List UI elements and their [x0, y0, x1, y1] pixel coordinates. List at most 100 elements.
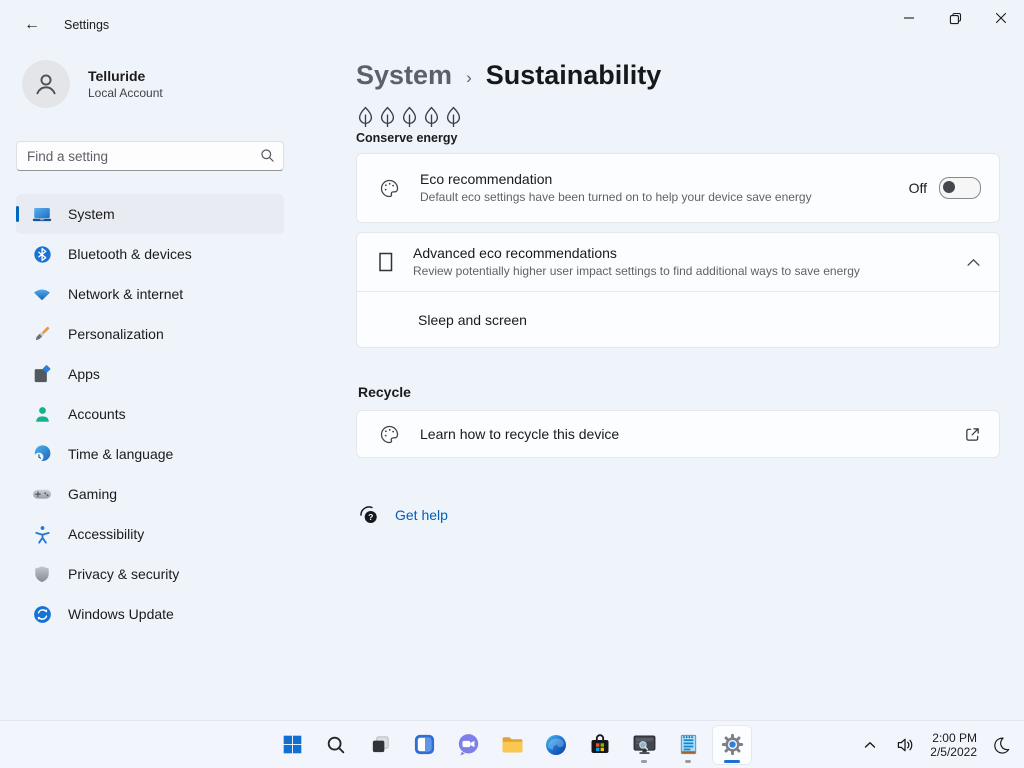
advanced-eco-header[interactable]: Advanced eco recommendations Review pote…: [357, 233, 999, 291]
windows-start-icon: [283, 735, 301, 754]
page-title: Sustainability: [485, 60, 662, 90]
tray-chevron-button[interactable]: [859, 736, 881, 754]
search-input[interactable]: [16, 141, 284, 171]
taskbar: 2:00 PM 2/5/2022: [0, 720, 1024, 768]
speaker-icon: [898, 738, 913, 751]
sidebar-item-accessibility[interactable]: Accessibility: [16, 514, 284, 554]
minimize-button[interactable]: [886, 0, 932, 36]
breadcrumb-parent[interactable]: System: [356, 60, 452, 91]
privacy-shield-icon: [32, 564, 52, 584]
restore-button[interactable]: [932, 0, 978, 36]
sidebar: Telluride Local Account System: [16, 50, 284, 634]
sleep-and-screen-item[interactable]: Sleep and screen: [357, 291, 999, 347]
svg-text:?: ?: [368, 512, 373, 522]
recycle-link-title: Learn how to recycle this device: [420, 426, 620, 442]
settings-app-button[interactable]: [712, 724, 752, 765]
monitor-app-button[interactable]: [624, 725, 664, 765]
task-view-button[interactable]: [360, 725, 400, 765]
system-icon: [32, 204, 52, 224]
sidebar-item-windows-update[interactable]: Windows Update: [16, 594, 284, 634]
leaf-icon: [444, 106, 463, 128]
moon-icon: [994, 737, 1010, 754]
sidebar-item-label: Time & language: [68, 446, 174, 462]
sidebar-item-label: Apps: [68, 366, 100, 382]
windows-update-icon: [32, 604, 52, 624]
recycle-device-icon: [379, 424, 400, 445]
start-button[interactable]: [272, 725, 312, 765]
sidebar-item-label: Personalization: [68, 326, 164, 342]
network-icon: [32, 284, 52, 304]
leaf-icon: [378, 106, 397, 128]
app-title: Settings: [64, 18, 110, 32]
sidebar-item-bluetooth-devices[interactable]: Bluetooth & devices: [16, 234, 284, 274]
sidebar-item-label: Windows Update: [68, 606, 174, 622]
external-link-icon: [966, 427, 979, 441]
sidebar-item-accounts[interactable]: Accounts: [16, 394, 284, 434]
main-content: System › Sustainability Conserve energy …: [356, 50, 1000, 525]
chat-button[interactable]: [448, 725, 488, 765]
gaming-icon: [32, 484, 52, 504]
recycle-link-card[interactable]: Learn how to recycle this device: [356, 410, 1000, 458]
eco-recommendation-title: Eco recommendation: [420, 171, 553, 187]
volume-button[interactable]: [892, 733, 919, 757]
sidebar-item-gaming[interactable]: Gaming: [16, 474, 284, 514]
settings-gear-icon: [721, 733, 743, 756]
close-icon: [995, 12, 1007, 24]
notepad-icon: [680, 734, 696, 755]
advanced-eco-title: Advanced eco recommendations: [413, 245, 617, 261]
person-icon: [36, 74, 56, 95]
task-view-icon: [372, 736, 389, 753]
search-icon: [261, 149, 274, 162]
file-explorer-button[interactable]: [492, 725, 532, 765]
avatar: [22, 60, 70, 108]
expander-placeholder-icon: [379, 252, 393, 272]
widgets-icon: [414, 734, 434, 755]
back-button[interactable]: ←: [16, 9, 48, 41]
restore-icon: [949, 12, 961, 24]
widgets-button[interactable]: [404, 725, 444, 765]
edge-button[interactable]: [536, 725, 576, 765]
window-controls: [886, 0, 1024, 36]
eco-recommendation-description: Default eco settings have been turned on…: [420, 190, 812, 204]
sidebar-item-privacy-security[interactable]: Privacy & security: [16, 554, 284, 594]
sidebar-item-time-language[interactable]: Time & language: [16, 434, 284, 474]
conserve-energy-leaves: [356, 106, 1000, 128]
breadcrumb-separator-icon: ›: [466, 68, 472, 87]
tray-time: 2:00 PM: [932, 730, 977, 745]
personalization-icon: [32, 324, 52, 344]
account-name: Telluride: [88, 68, 146, 84]
sidebar-nav: System Bluetooth & devices Network & int…: [16, 194, 284, 634]
leaf-icon: [422, 106, 441, 128]
account-type: Local Account: [88, 86, 163, 100]
sidebar-item-label: Bluetooth & devices: [68, 246, 192, 262]
file-explorer-icon: [502, 737, 522, 753]
apps-icon: [32, 364, 52, 384]
breadcrumb: System › Sustainability: [356, 60, 1000, 91]
search-box: [16, 141, 284, 171]
chat-icon: [458, 734, 478, 756]
sidebar-item-network-internet[interactable]: Network & internet: [16, 274, 284, 314]
accounts-icon: [32, 404, 52, 424]
sidebar-item-personalization[interactable]: Personalization: [16, 314, 284, 354]
taskbar-search-button[interactable]: [316, 725, 356, 765]
sidebar-item-apps[interactable]: Apps: [16, 354, 284, 394]
notepad-button[interactable]: [668, 725, 708, 765]
accessibility-icon: [32, 524, 52, 544]
get-help-link[interactable]: Get help: [395, 507, 448, 523]
back-arrow-icon: ←: [24, 16, 40, 33]
sidebar-item-label: System: [68, 206, 115, 222]
clock[interactable]: 2:00 PM 2/5/2022: [930, 731, 977, 759]
night-mode-button[interactable]: [988, 732, 1014, 758]
eco-recommendation-toggle[interactable]: [939, 177, 981, 199]
get-help-row: ? Get help: [356, 504, 1000, 525]
taskbar-icons: [272, 724, 752, 765]
store-button[interactable]: [580, 725, 620, 765]
advanced-eco-description: Review potentially higher user impact se…: [413, 264, 860, 278]
sidebar-item-system[interactable]: System: [16, 194, 284, 234]
monitor-app-icon: [633, 735, 655, 754]
eco-recommendation-icon: [379, 178, 400, 199]
close-button[interactable]: [978, 0, 1024, 36]
advanced-eco-card: Advanced eco recommendations Review pote…: [356, 232, 1000, 348]
account-row[interactable]: Telluride Local Account: [22, 60, 284, 108]
toggle-knob: [943, 181, 955, 193]
